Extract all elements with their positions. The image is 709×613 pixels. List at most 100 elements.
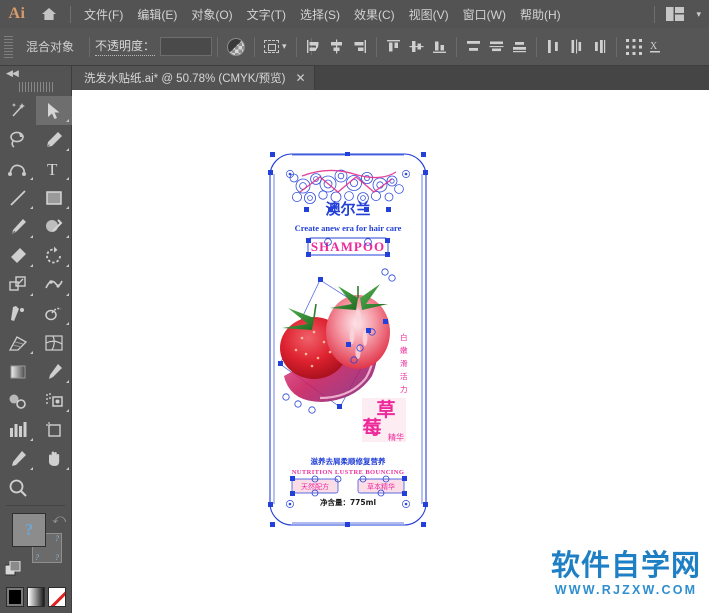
vertical-benefit-text: 白嫩 滑活 力 [400, 332, 408, 394]
column-graph-tool[interactable] [0, 415, 36, 444]
distribute-bottom-button[interactable] [508, 36, 531, 57]
control-divider-3 [254, 36, 256, 57]
watermark-title: 软件自学网 [550, 548, 701, 582]
zoom-tool[interactable] [0, 473, 36, 502]
collapse-panel-button[interactable]: ◀◀ [0, 66, 71, 80]
tools-divider [6, 505, 65, 506]
dashed-bounding-box-icon[interactable]: ▾ [260, 37, 291, 56]
symbol-sprayer-tool[interactable] [36, 386, 72, 415]
align-right-button[interactable] [348, 36, 371, 57]
menu-item-file[interactable]: 文件(F) [77, 2, 130, 27]
artwork-selection[interactable]: 澳尔兰 Create anew era for hair care SHAMPO… [268, 151, 428, 527]
scale-tool[interactable] [0, 270, 36, 299]
control-divider-1 [89, 36, 91, 57]
none-fill-button[interactable] [48, 587, 66, 607]
menu-item-view[interactable]: 视图(V) [402, 2, 456, 27]
eyedropper-tool[interactable] [36, 357, 72, 386]
tools-panel-grip[interactable] [18, 82, 53, 92]
type-tool[interactable]: T [36, 154, 72, 183]
distribute-left-button[interactable] [542, 36, 565, 57]
workspace-layout-icon[interactable] [661, 5, 689, 23]
artboard-tool[interactable] [36, 415, 72, 444]
width-tool[interactable] [36, 270, 72, 299]
distribute-center-horizontal-button[interactable] [565, 36, 588, 57]
default-fill-stroke-icon[interactable] [4, 560, 23, 584]
align-divider-3 [535, 36, 537, 57]
distribute-top-button[interactable] [462, 36, 485, 57]
flavor-sub-text: 精华 [388, 432, 404, 442]
svg-text:力: 力 [400, 384, 408, 394]
watermark: 软件自学网 WWW.RJZXW.COM [550, 548, 701, 598]
free-transform-tool[interactable] [0, 299, 36, 328]
align-left-button[interactable] [302, 36, 325, 57]
color-mode-buttons [6, 587, 66, 609]
transparency-grid-icon[interactable] [223, 35, 249, 59]
lasso-tool[interactable] [0, 125, 36, 154]
swap-fill-stroke-icon[interactable]: ⤺ [52, 511, 66, 527]
label-artwork[interactable]: 澳尔兰 Create anew era for hair care SHAMPO… [268, 151, 428, 527]
color-mode-area: ••• [0, 587, 72, 613]
rotate-tool[interactable] [36, 241, 72, 270]
product-name-text: SHAMPOO [311, 239, 385, 254]
home-icon[interactable] [34, 7, 64, 21]
rectangle-tool[interactable] [36, 183, 72, 212]
control-divider-5 [615, 36, 617, 57]
close-icon[interactable]: ✕ [295, 72, 305, 84]
shaper-tool[interactable] [36, 212, 72, 241]
menu-item-effect[interactable]: 效果(C) [347, 2, 402, 27]
pen-tool[interactable] [36, 125, 72, 154]
fill-swatch[interactable] [12, 513, 46, 547]
align-divider-2 [455, 36, 457, 57]
menu-bar: Ai 文件(F) 编辑(E) 对象(O) 文字(T) 选择(S) 效果(C) 视… [0, 0, 709, 28]
align-center-vertical-button[interactable] [405, 36, 428, 57]
menu-item-edit[interactable]: 编辑(E) [130, 2, 184, 27]
tagline-text: Create anew era for hair care [295, 223, 402, 233]
flavor-text-2: 莓 [362, 416, 381, 439]
hand-tool[interactable] [36, 444, 72, 473]
slice-tool[interactable] [0, 444, 36, 473]
distribute-right-button[interactable] [588, 36, 611, 57]
svg-text:白: 白 [400, 332, 408, 342]
document-tab-bar: 洗发水贴纸.ai* @ 50.78% (CMYK/预览) ✕ [72, 66, 709, 90]
menu-item-window[interactable]: 窗口(W) [456, 2, 513, 27]
chevron-down-icon[interactable]: ▾ [696, 9, 701, 20]
curvature-tool[interactable] [0, 154, 36, 183]
menu-item-select[interactable]: 选择(S) [293, 2, 347, 27]
blend-tool[interactable] [0, 386, 36, 415]
selection-tool[interactable] [36, 96, 72, 125]
mesh-tool[interactable] [36, 328, 72, 357]
menu-item-object[interactable]: 对象(O) [184, 2, 239, 27]
align-center-horizontal-button[interactable] [325, 36, 348, 57]
watermark-url: WWW.RJZXW.COM [554, 583, 698, 597]
align-divider-1 [375, 36, 377, 57]
align-bottom-button[interactable] [428, 36, 451, 57]
perspective-grid-tool[interactable] [0, 328, 36, 357]
distribute-center-vertical-button[interactable] [485, 36, 508, 57]
control-bar: 混合对象 不透明度： ❯ ▾ X [0, 28, 709, 66]
chevron-down-icon[interactable]: ▾ [282, 41, 287, 52]
color-fill-button[interactable] [6, 587, 24, 607]
eraser-tool[interactable] [0, 241, 36, 270]
gradient-fill-button[interactable] [27, 587, 45, 607]
shape-builder-tool[interactable] [36, 299, 72, 328]
document-canvas[interactable]: 澳尔兰 Create anew era for hair care SHAMPO… [72, 90, 709, 613]
x-tool-icon[interactable]: X [646, 36, 664, 57]
svg-text:活: 活 [400, 371, 408, 381]
transform-handles-icon[interactable] [622, 36, 646, 58]
line-segment-tool[interactable] [0, 183, 36, 212]
menu-item-help[interactable]: 帮助(H) [513, 2, 568, 27]
control-bar-grip[interactable] [4, 35, 13, 58]
gradient-tool[interactable] [0, 357, 36, 386]
magic-wand-tool[interactable] [0, 96, 36, 125]
selection-type-label: 混合对象 [26, 40, 75, 54]
tool-list: T [0, 96, 72, 502]
control-divider-4 [295, 36, 297, 57]
opacity-field[interactable]: ❯ [160, 37, 320, 56]
menu-item-list: 文件(F) 编辑(E) 对象(O) 文字(T) 选择(S) 效果(C) 视图(V… [77, 2, 568, 27]
align-top-button[interactable] [382, 36, 405, 57]
paintbrush-tool[interactable] [0, 212, 36, 241]
benefit-cn-text: 滋养去屑柔顺修复营养 [311, 456, 386, 466]
opacity-label[interactable]: 不透明度： [95, 37, 156, 56]
menu-item-type[interactable]: 文字(T) [240, 2, 293, 27]
document-tab[interactable]: 洗发水贴纸.ai* @ 50.78% (CMYK/预览) ✕ [72, 66, 315, 90]
